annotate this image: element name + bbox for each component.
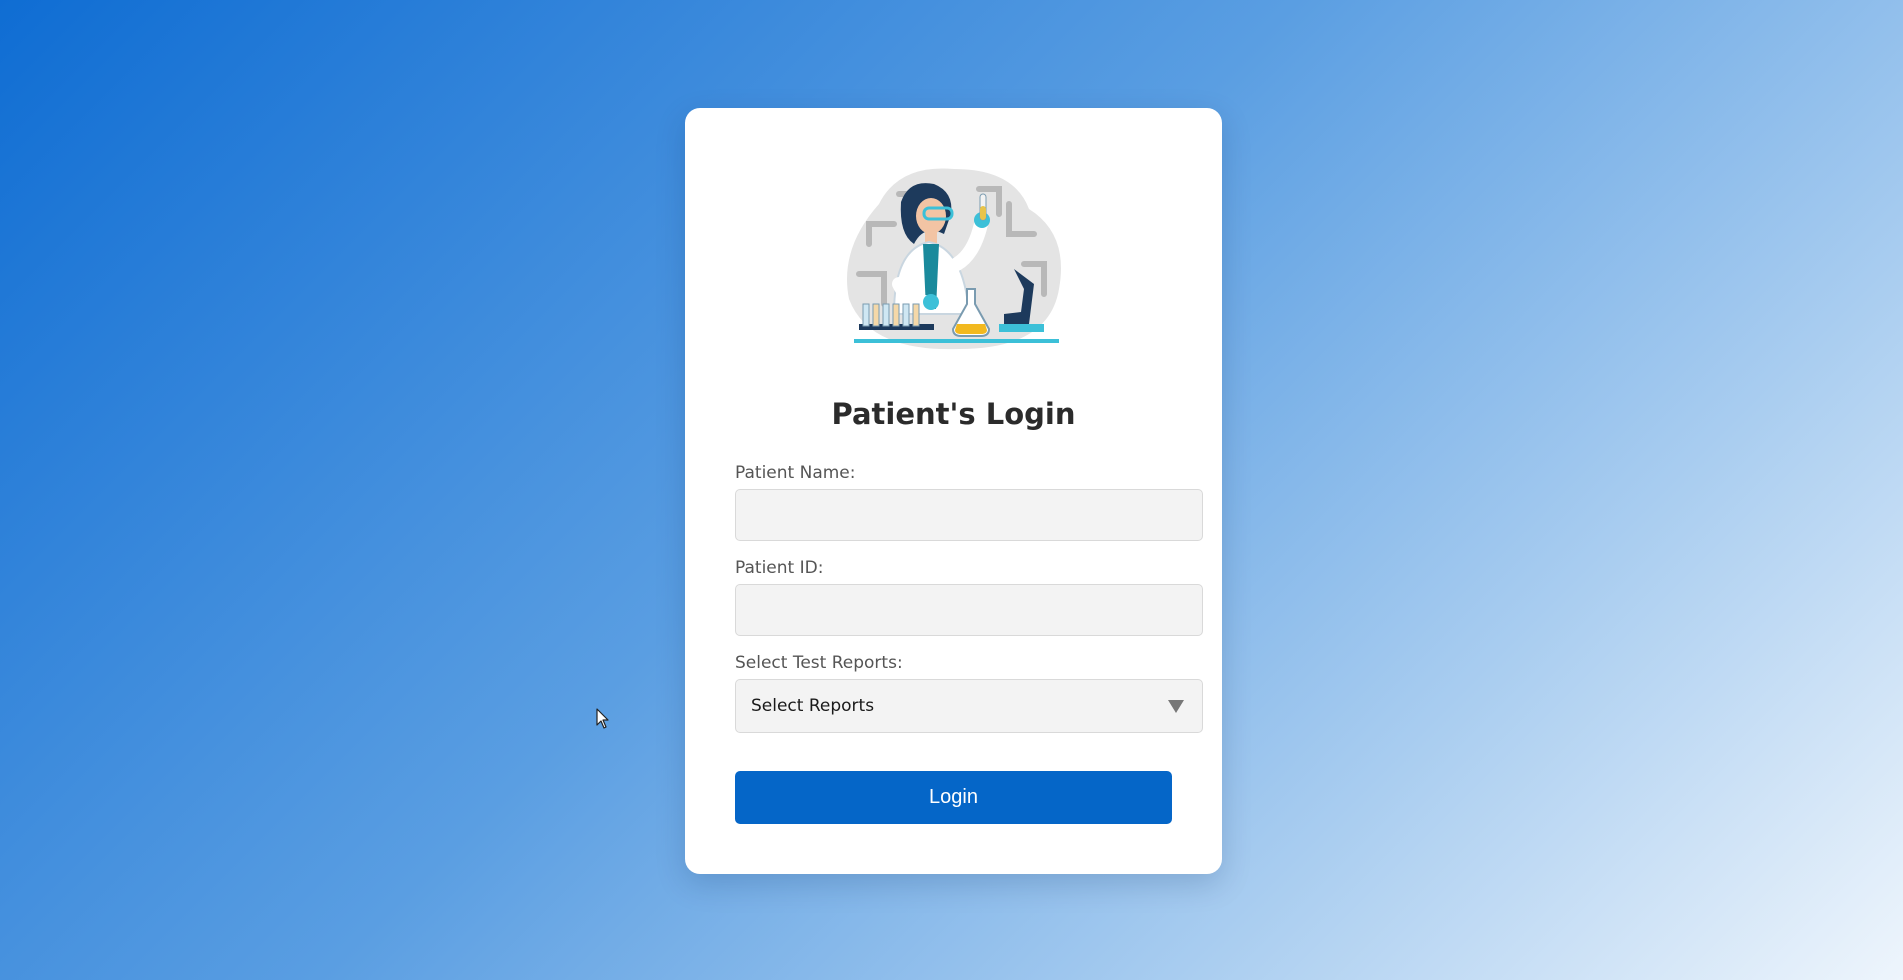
page-title: Patient's Login [831, 397, 1076, 431]
login-card: Patient's Login Patient Name: Patient ID… [685, 108, 1222, 874]
patient-id-input[interactable] [735, 584, 1203, 636]
patient-name-label: Patient Name: [735, 463, 856, 483]
chevron-down-icon [1168, 700, 1184, 713]
patient-name-input[interactable] [735, 489, 1203, 541]
scientist-illustration [847, 168, 1061, 350]
mouse-pointer-icon [596, 708, 609, 729]
reports-select-value: Select Reports [751, 696, 875, 716]
reports-select[interactable]: Select Reports [735, 679, 1203, 733]
reports-label: Select Test Reports: [735, 653, 903, 673]
login-button[interactable]: Login [735, 771, 1172, 824]
patient-id-label: Patient ID: [735, 558, 824, 578]
